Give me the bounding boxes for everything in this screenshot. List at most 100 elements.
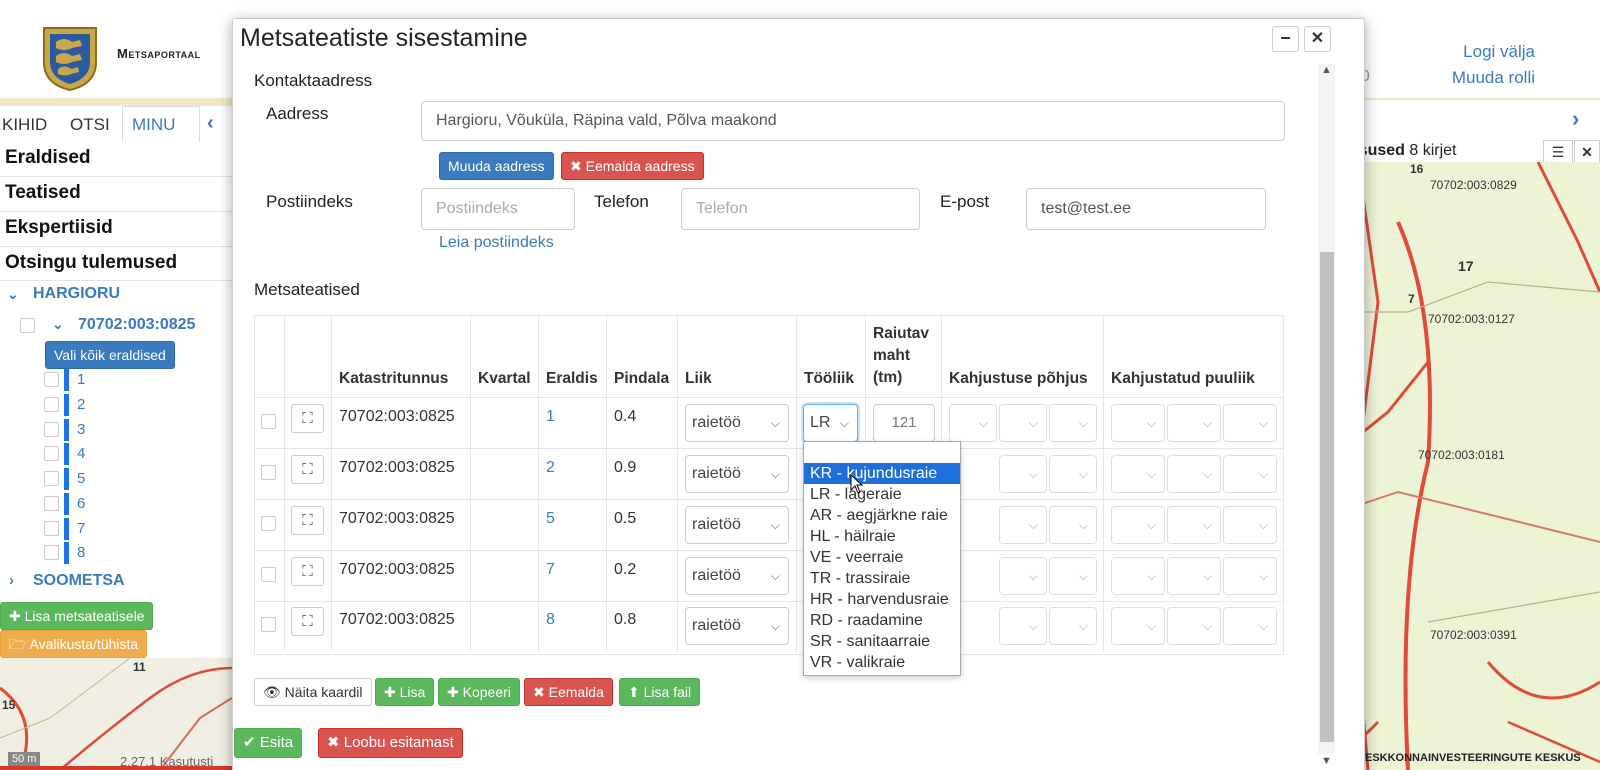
work-type-option[interactable]: VE - veerraie — [804, 547, 960, 568]
copy-row-button[interactable]: ✚ Kopeeri — [438, 678, 520, 706]
damage-cause-select[interactable]: ⌵ — [1049, 607, 1097, 645]
minimize-icon[interactable]: − — [1272, 26, 1299, 52]
map-right[interactable]: 70702:003:0829 16 17 7 70702:003:0127 70… — [1338, 162, 1600, 770]
map-zoom-icon[interactable]: ⛶ — [291, 506, 324, 535]
damaged-species-select[interactable]: ⌵ — [1111, 455, 1165, 493]
tree-cadastre[interactable]: 70702:003:0825 — [78, 316, 195, 334]
work-type-option[interactable]: VR - valikraie — [804, 652, 960, 673]
damage-cause-select[interactable]: ⌵ — [999, 404, 1047, 442]
type-select[interactable]: raietöö⌵ — [685, 506, 789, 544]
damage-cause-select[interactable]: ⌵ — [1049, 557, 1097, 595]
postal-input[interactable]: Postiindeks — [421, 188, 575, 230]
type-select[interactable]: raietöö⌵ — [685, 607, 789, 645]
add-row-button[interactable]: ✚ Lisa — [375, 678, 434, 706]
row-checkbox[interactable] — [261, 516, 276, 531]
close-icon[interactable]: ✕ — [1574, 140, 1600, 164]
work-type-select[interactable]: LR⌵ — [803, 404, 858, 442]
remove-address-button[interactable]: ✖ Eemalda aadress — [561, 152, 704, 180]
work-type-option[interactable]: SR - sanitaarraie — [804, 631, 960, 652]
row-checkbox[interactable] — [261, 414, 276, 429]
chevron-right-icon[interactable]: › — [1572, 106, 1579, 132]
type-select[interactable]: raietöö⌵ — [685, 455, 789, 493]
damaged-species-select[interactable]: ⌵ — [1167, 607, 1221, 645]
change-address-button[interactable]: Muuda aadress — [439, 152, 554, 180]
damaged-species-select[interactable]: ⌵ — [1111, 404, 1165, 442]
damaged-species-select[interactable]: ⌵ — [1111, 506, 1165, 544]
tab-otsi[interactable]: OTSI — [70, 115, 110, 135]
damaged-species-select[interactable]: ⌵ — [1223, 455, 1277, 493]
scroll-down-icon[interactable]: ▼ — [1321, 755, 1332, 767]
work-type-option[interactable]: HR - harvendusraie — [804, 589, 960, 610]
damaged-species-select[interactable]: ⌵ — [1167, 404, 1221, 442]
tree-group-hargioru[interactable]: HARGIORU — [33, 285, 120, 303]
stand-number[interactable]: 5 — [77, 470, 85, 487]
damage-cause-select[interactable]: ⌵ — [1049, 506, 1097, 544]
publish-toggle-button[interactable]: 🗁 Avalikusta/tühista — [0, 630, 147, 658]
chevron-down-icon[interactable]: ⌄ — [7, 286, 19, 303]
map-zoom-icon[interactable]: ⛶ — [291, 607, 324, 636]
row-checkbox[interactable] — [261, 465, 276, 480]
damage-cause-select[interactable]: ⌵ — [999, 455, 1047, 493]
damage-cause-select[interactable]: ⌵ — [999, 607, 1047, 645]
damaged-species-select[interactable]: ⌵ — [1223, 506, 1277, 544]
chevron-down-icon[interactable]: ⌄ — [52, 316, 64, 333]
scrollbar-thumb[interactable] — [1320, 252, 1334, 742]
phone-input[interactable]: Telefon — [681, 188, 920, 230]
work-type-option[interactable]: RD - raadamine — [804, 610, 960, 631]
stand-number[interactable]: 4 — [77, 445, 85, 462]
work-type-dropdown-list[interactable]: KR - kujundusraie LR - lageraie AR - aeg… — [803, 441, 961, 676]
damaged-species-select[interactable]: ⌵ — [1223, 557, 1277, 595]
stand-checkbox[interactable] — [44, 545, 59, 560]
type-select[interactable]: raietöö⌵ — [685, 404, 789, 442]
tab-minu[interactable]: MINU — [132, 115, 175, 135]
chevron-right-icon[interactable]: › — [9, 572, 14, 589]
stand-checkbox[interactable] — [44, 422, 59, 437]
tab-kihid[interactable]: KIHID — [2, 115, 47, 135]
work-type-option[interactable]: AR - aegjärkne raie — [804, 505, 960, 526]
remove-row-button[interactable]: ✖ Eemalda — [524, 678, 613, 706]
map-zoom-icon[interactable]: ⛶ — [291, 404, 324, 433]
stand-number[interactable]: 6 — [77, 495, 85, 512]
damage-cause-select[interactable]: ⌵ — [949, 404, 997, 442]
stand-checkbox[interactable] — [44, 372, 59, 387]
row-checkbox[interactable] — [261, 617, 276, 632]
section-ekspertiisid[interactable]: Ekspertiisid — [5, 217, 113, 239]
close-icon[interactable]: ✕ — [1304, 26, 1331, 52]
stand-number[interactable]: 3 — [77, 421, 85, 438]
stand-link[interactable]: 5 — [546, 510, 555, 528]
section-teatised[interactable]: Teatised — [5, 182, 81, 204]
add-file-button[interactable]: ⬆ Lisa fail — [619, 678, 700, 706]
damaged-species-select[interactable]: ⌵ — [1111, 557, 1165, 595]
section-otsingu-tulemused[interactable]: Otsingu tulemused — [5, 252, 177, 274]
damage-cause-select[interactable]: ⌵ — [999, 557, 1047, 595]
damaged-species-select[interactable]: ⌵ — [1223, 404, 1277, 442]
map-zoom-icon[interactable]: ⛶ — [291, 557, 324, 586]
stand-number[interactable]: 2 — [77, 396, 85, 413]
damaged-species-select[interactable]: ⌵ — [1111, 607, 1165, 645]
stand-checkbox[interactable] — [44, 446, 59, 461]
stand-link[interactable]: 7 — [546, 561, 555, 579]
damage-cause-select[interactable]: ⌵ — [999, 506, 1047, 544]
damaged-species-select[interactable]: ⌵ — [1167, 506, 1221, 544]
collapse-left-icon[interactable]: ‹ — [207, 112, 214, 135]
damaged-species-select[interactable]: ⌵ — [1167, 557, 1221, 595]
work-type-option[interactable]: LR - lageraie — [804, 484, 960, 505]
map-zoom-icon[interactable]: ⛶ — [291, 455, 324, 484]
cadastre-checkbox[interactable] — [20, 318, 35, 333]
email-input[interactable]: test@test.ee — [1026, 188, 1266, 230]
type-select[interactable]: raietöö⌵ — [685, 557, 789, 595]
show-on-map-button[interactable]: 👁 Näita kaardil — [254, 678, 372, 706]
work-type-option[interactable]: KR - kujundusraie — [804, 463, 960, 484]
row-checkbox[interactable] — [261, 567, 276, 582]
stand-checkbox[interactable] — [44, 496, 59, 511]
damaged-species-select[interactable]: ⌵ — [1167, 455, 1221, 493]
stand-checkbox[interactable] — [44, 397, 59, 412]
section-eraldised[interactable]: Eraldised — [5, 147, 91, 169]
select-all-stands-button[interactable]: Vali kõik eraldised — [45, 341, 175, 369]
stand-link[interactable]: 1 — [546, 408, 555, 426]
stand-number[interactable]: 7 — [77, 520, 85, 537]
submit-button[interactable]: ✔ Esita — [234, 728, 302, 758]
work-type-option[interactable]: TR - trassiraie — [804, 568, 960, 589]
address-input[interactable]: Hargioru, Võuküla, Räpina vald, Põlva ma… — [421, 101, 1285, 141]
work-type-option[interactable]: HL - häilraie — [804, 526, 960, 547]
